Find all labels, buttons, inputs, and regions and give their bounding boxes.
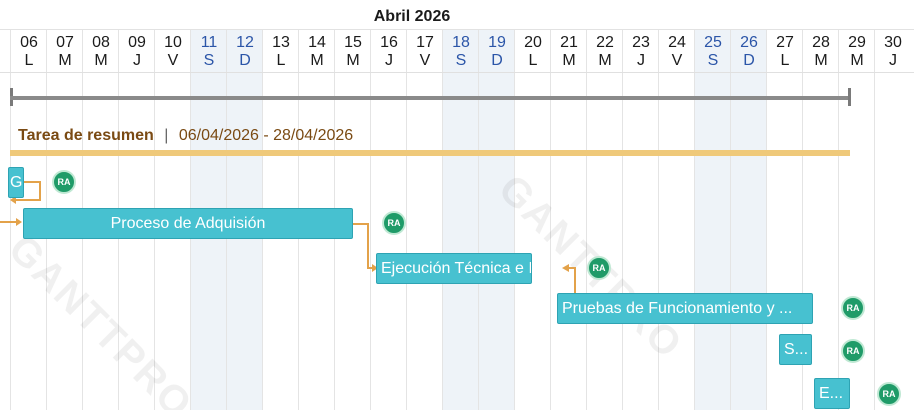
day-number: 12 xyxy=(236,34,254,51)
day-number: 29 xyxy=(848,34,866,51)
summary-task-label[interactable]: Tarea de resumen | 06/04/2026 - 28/04/20… xyxy=(18,127,353,145)
day-column: 26 D xyxy=(730,30,766,410)
day-letter: J xyxy=(889,52,897,69)
day-letter: L xyxy=(24,52,34,69)
day-letter: M xyxy=(94,52,108,69)
day-letter: M xyxy=(58,52,72,69)
day-number: 28 xyxy=(812,34,830,51)
day-letter: M xyxy=(850,52,864,69)
day-column: 19 D xyxy=(478,30,514,410)
day-letter: S xyxy=(203,52,215,69)
project-span-bar[interactable] xyxy=(10,96,850,100)
day-letter: J xyxy=(637,52,645,69)
day-letter: D xyxy=(239,52,251,69)
header-divider xyxy=(0,72,914,73)
task-bar[interactable]: S... xyxy=(779,334,812,365)
assignee-avatar[interactable]: RA xyxy=(382,211,406,235)
day-number: 07 xyxy=(56,34,74,51)
day-letter: S xyxy=(455,52,467,69)
day-column: 18 S xyxy=(442,30,478,410)
day-number: 30 xyxy=(884,34,902,51)
summary-title: Tarea de resumen xyxy=(18,127,154,144)
day-letter: M xyxy=(562,52,576,69)
day-number: 22 xyxy=(596,34,614,51)
task-label: Pruebas de Funcionamiento y ... xyxy=(562,300,793,317)
summary-dates: 06/04/2026 - 28/04/2026 xyxy=(178,127,354,144)
day-letter: D xyxy=(743,52,755,69)
day-letter: V xyxy=(167,52,179,69)
day-column: 25 S xyxy=(694,30,730,410)
task-bar[interactable]: Proceso de Adquisión xyxy=(23,208,353,239)
assignee-avatar[interactable]: RA xyxy=(877,382,901,406)
day-letter: D xyxy=(491,52,503,69)
day-number: 20 xyxy=(524,34,542,51)
day-number: 17 xyxy=(416,34,434,51)
day-letter: L xyxy=(276,52,286,69)
day-number: 19 xyxy=(488,34,506,51)
day-number: 10 xyxy=(164,34,182,51)
month-label: Abril 2026 xyxy=(373,8,451,25)
day-number: 24 xyxy=(668,34,686,51)
assignee-avatar[interactable]: RA xyxy=(841,339,865,363)
day-letter: J xyxy=(385,52,393,69)
day-letter: V xyxy=(671,52,683,69)
month-header: Abril 2026 xyxy=(0,0,914,30)
day-column: 22 M xyxy=(586,30,622,410)
day-number: 26 xyxy=(740,34,758,51)
day-number: 16 xyxy=(380,34,398,51)
day-letter: M xyxy=(814,52,828,69)
task-bar[interactable]: G xyxy=(8,167,24,198)
day-letter: V xyxy=(419,52,431,69)
day-number: 27 xyxy=(776,34,794,51)
assignee-avatar[interactable]: RA xyxy=(587,256,611,280)
day-number: 25 xyxy=(704,34,722,51)
project-end-cap[interactable] xyxy=(848,88,851,106)
task-label: Proceso de Adquisión xyxy=(110,215,266,232)
summary-bar[interactable] xyxy=(10,150,850,156)
day-number: 21 xyxy=(560,34,578,51)
day-letter: L xyxy=(780,52,790,69)
task-bar[interactable]: Ejecución Técnica e I... xyxy=(376,253,532,284)
day-number: 14 xyxy=(308,34,326,51)
task-bar[interactable]: E... xyxy=(814,378,850,409)
day-number: 06 xyxy=(20,34,38,51)
day-letter: M xyxy=(310,52,324,69)
day-column: 17 V xyxy=(406,30,442,410)
day-letter: L xyxy=(528,52,538,69)
day-column: 30 J xyxy=(874,30,910,410)
task-label: E... xyxy=(819,385,844,402)
assignee-avatar[interactable]: RA xyxy=(841,296,865,320)
day-number: 18 xyxy=(452,34,470,51)
day-letter: M xyxy=(598,52,612,69)
day-number: 23 xyxy=(632,34,650,51)
task-label: Ejecución Técnica e I... xyxy=(381,260,532,277)
gantt-chart: Abril 2026 06 L 07 M 08 M 09 J 10 V 11 S 12 D 13 L 14 M 15… xyxy=(0,0,914,410)
day-number: 11 xyxy=(200,34,218,51)
day-letter: M xyxy=(346,52,360,69)
day-number: 13 xyxy=(272,34,290,51)
summary-separator: | xyxy=(164,127,169,144)
day-number: 09 xyxy=(128,34,146,51)
task-bar[interactable]: Pruebas de Funcionamiento y ... xyxy=(557,293,813,324)
day-letter: S xyxy=(707,52,719,69)
day-letter: J xyxy=(133,52,141,69)
task-label: S... xyxy=(784,341,809,358)
assignee-avatar[interactable]: RA xyxy=(52,170,76,194)
day-number: 15 xyxy=(344,34,362,51)
task-label: G xyxy=(10,174,23,191)
day-number: 08 xyxy=(92,34,110,51)
